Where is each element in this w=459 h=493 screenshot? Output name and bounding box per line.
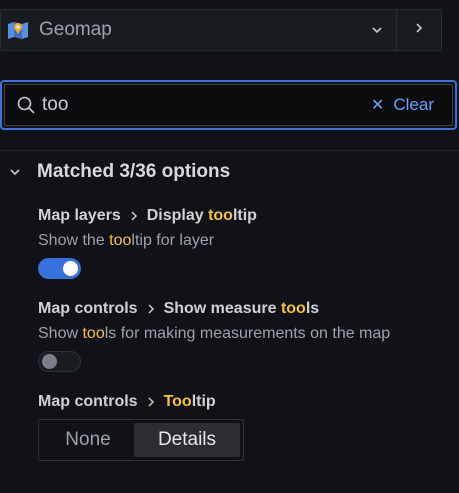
chevron-right-icon (141, 299, 161, 319)
search-box: ✕ Clear (4, 84, 453, 126)
search-input[interactable] (37, 85, 371, 125)
chevron-right-icon (141, 392, 161, 412)
show-measure-tools-toggle[interactable] (38, 351, 81, 372)
clear-label: Clear (393, 95, 434, 114)
search-highlight: too (280, 300, 306, 317)
visualization-name: Geomap (39, 19, 112, 40)
chevron-down-icon[interactable] (0, 157, 30, 187)
display-tooltip-toggle[interactable] (38, 258, 81, 279)
search-icon (15, 94, 37, 116)
search-highlight: too (208, 207, 233, 224)
visualization-select[interactable]: Geomap (0, 9, 396, 51)
option-show-measure-tools: Map controls Show measure tools Show too… (38, 298, 390, 372)
breadcrumb-parent: Map controls (38, 300, 138, 317)
option-breadcrumb: Map controls Tooltip (38, 391, 244, 413)
option-title-post: ltip (232, 207, 257, 224)
option-breadcrumb: Map layers Display tooltip (38, 205, 257, 227)
close-icon: ✕ (370, 97, 385, 114)
close-visualization-picker-button[interactable] (396, 9, 442, 51)
option-display-tooltip: Map layers Display tooltip Show the tool… (38, 205, 257, 279)
toggle-knob (63, 261, 78, 276)
radio-option-details[interactable]: Details (134, 423, 240, 457)
desc-pre: Show (38, 325, 83, 342)
matched-options-header[interactable]: Matched 3/36 options (0, 157, 230, 187)
tooltip-mode-radio-group: None Details (38, 419, 244, 461)
option-title: Tooltip (164, 393, 216, 411)
search-highlight: too (82, 325, 105, 342)
radio-option-none[interactable]: None (42, 423, 134, 457)
desc-post: ls for making measurements on the map (104, 325, 391, 342)
divider (0, 150, 459, 151)
map-icon (7, 19, 29, 41)
option-title-post: ltip (191, 393, 216, 410)
option-tooltip-mode: Map controls Tooltip None Details (38, 391, 244, 461)
chevron-right-icon (124, 206, 144, 226)
matched-title: Matched 3/36 options (37, 161, 231, 182)
chevron-down-icon[interactable] (362, 15, 392, 45)
options-search: ✕ Clear (0, 80, 457, 130)
option-title: Display tooltip (147, 207, 257, 225)
option-description: Show the tooltip for layer (38, 230, 257, 252)
option-title-pre: Display (146, 207, 209, 224)
option-title-post: ls (305, 300, 320, 317)
breadcrumb-parent: Map layers (38, 207, 121, 224)
option-title-pre: Show measure (163, 300, 281, 317)
option-title: Show measure tools (164, 300, 320, 318)
option-breadcrumb: Map controls Show measure tools (38, 298, 390, 320)
breadcrumb-parent: Map controls (38, 393, 138, 410)
desc-pre: Show the (38, 232, 110, 249)
search-highlight: too (109, 232, 132, 249)
desc-post: ltip for layer (131, 232, 215, 249)
chevron-right-icon (412, 21, 426, 40)
search-highlight: Too (163, 393, 192, 410)
visualization-picker: Geomap (0, 9, 442, 51)
clear-button[interactable]: ✕ Clear (371, 95, 434, 115)
toggle-knob (42, 354, 57, 369)
option-description: Show tools for making measurements on th… (38, 323, 390, 345)
